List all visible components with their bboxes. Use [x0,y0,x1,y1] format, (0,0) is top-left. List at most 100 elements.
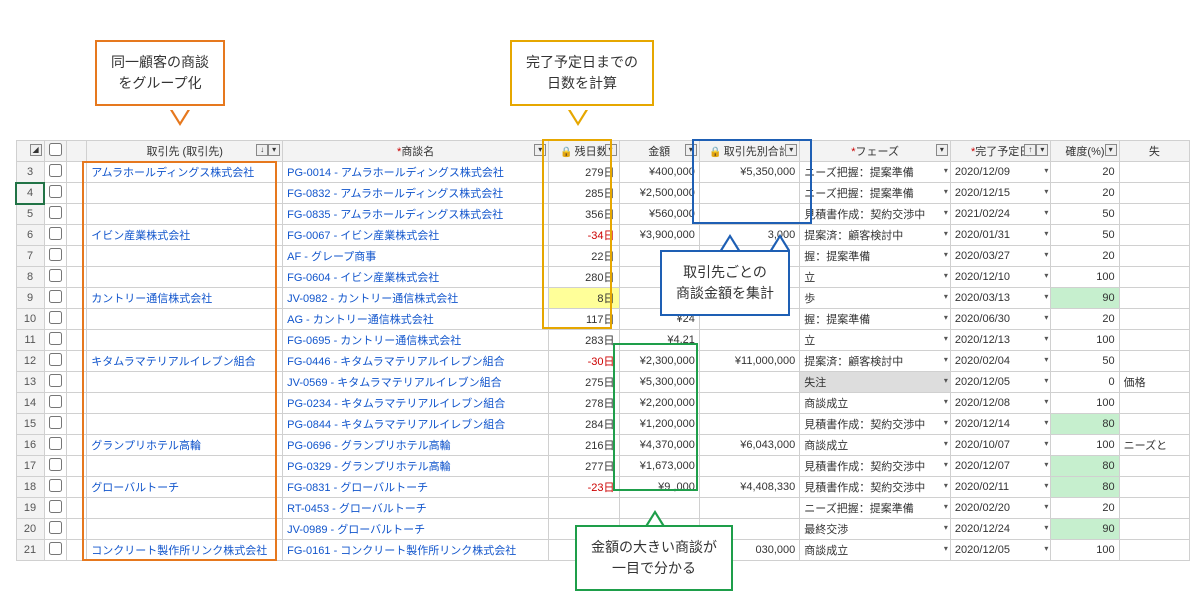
dropdown-icon[interactable]: ▾ [944,271,948,280]
phase-cell[interactable]: 握：提案準備▾ [800,246,951,267]
row-checkbox-cell[interactable] [44,246,67,267]
row-number[interactable]: 6 [16,225,44,246]
lost-cell[interactable] [1119,393,1189,414]
row-checkbox[interactable] [49,395,62,408]
lost-cell[interactable] [1119,351,1189,372]
client-cell[interactable] [87,183,283,204]
lost-cell[interactable] [1119,330,1189,351]
dropdown-icon[interactable]: ▾ [944,166,948,175]
row-expand-cell[interactable] [67,225,87,246]
row-checkbox-cell[interactable] [44,477,67,498]
dropdown-icon[interactable]: ▾ [1044,523,1048,532]
table-row[interactable]: 14PG-0234 - キタムラマテリアルイレブン組合278日¥2,200,00… [16,393,1190,414]
deal-cell[interactable]: PG-0844 - キタムラマテリアルイレブン組合 [283,414,549,435]
col-amount[interactable]: 金額▾ [619,141,699,162]
row-checkbox[interactable] [49,521,62,534]
row-number[interactable]: 11 [16,330,44,351]
client-cell[interactable] [87,372,283,393]
dropdown-icon[interactable]: ▾ [1044,313,1048,322]
date-cell[interactable]: 2020/02/11▾ [950,477,1050,498]
amount-cell[interactable]: ¥4,370,000 [619,435,699,456]
row-number[interactable]: 18 [16,477,44,498]
client-cell[interactable]: グローバルトーチ [87,477,283,498]
row-expand-cell[interactable] [67,162,87,183]
filter-icon[interactable]: ▾ [1105,144,1117,156]
table-row[interactable]: 19RT-0453 - グローバルトーチニーズ把握：提案準備▾2020/02/2… [16,498,1190,519]
checkbox-header-2[interactable] [67,141,87,162]
prob-cell[interactable]: 20 [1051,498,1119,519]
lost-cell[interactable] [1119,267,1189,288]
prob-cell[interactable]: 20 [1051,183,1119,204]
row-checkbox[interactable] [49,164,62,177]
row-checkbox[interactable] [49,290,62,303]
table-row[interactable]: 6イビン産業株式会社FG-0067 - イビン産業株式会社-34日¥3,900,… [16,225,1190,246]
prob-cell[interactable]: 100 [1051,267,1119,288]
col-sum[interactable]: 🔒取引先別合計▾ [699,141,799,162]
lost-cell[interactable] [1119,540,1189,561]
table-row[interactable]: 12キタムラマテリアルイレブン組合FG-0446 - キタムラマテリアルイレブン… [16,351,1190,372]
dropdown-icon[interactable]: ▾ [1044,460,1048,469]
date-cell[interactable]: 2020/10/07▾ [950,435,1050,456]
row-number[interactable]: 9 [16,288,44,309]
deal-cell[interactable]: JV-0982 - カントリー通信株式会社 [283,288,549,309]
prob-cell[interactable]: 0 [1051,372,1119,393]
lost-cell[interactable]: ニーズと [1119,435,1189,456]
row-expand-cell[interactable] [67,330,87,351]
row-expand-cell[interactable] [67,477,87,498]
date-cell[interactable]: 2020/12/24▾ [950,519,1050,540]
date-cell[interactable]: 2020/12/14▾ [950,414,1050,435]
phase-cell[interactable]: 失注▾ [800,372,951,393]
deal-cell[interactable]: PG-0329 - グランプリホテル高輪 [283,456,549,477]
prob-cell[interactable]: 80 [1051,477,1119,498]
dropdown-icon[interactable]: ▾ [944,418,948,427]
client-cell[interactable] [87,330,283,351]
table-row[interactable]: 4FG-0832 - アムラホールディングス株式会社285日¥2,500,000… [16,183,1190,204]
date-cell[interactable]: 2020/12/10▾ [950,267,1050,288]
row-checkbox[interactable] [49,248,62,261]
row-expand-cell[interactable] [67,351,87,372]
amount-cell[interactable]: ¥560,000 [619,204,699,225]
prob-cell[interactable]: 100 [1051,330,1119,351]
row-expand-cell[interactable] [67,414,87,435]
row-number[interactable]: 21 [16,540,44,561]
dropdown-icon[interactable]: ▾ [1044,418,1048,427]
date-cell[interactable]: 2020/02/20▾ [950,498,1050,519]
row-number[interactable]: 10 [16,309,44,330]
row-expand-cell[interactable] [67,519,87,540]
dropdown-icon[interactable]: ▾ [1044,502,1048,511]
row-checkbox-cell[interactable] [44,498,67,519]
filter-icon[interactable]: ▾ [785,144,797,156]
row-checkbox-cell[interactable] [44,435,67,456]
deal-cell[interactable]: PG-0696 - グランプリホテル高輪 [283,435,549,456]
client-cell[interactable] [87,456,283,477]
deal-cell[interactable]: JV-0989 - グローバルトーチ [283,519,549,540]
row-expand-cell[interactable] [67,246,87,267]
prob-cell[interactable]: 90 [1051,519,1119,540]
col-prob[interactable]: 確度(%)▾ [1051,141,1119,162]
phase-cell[interactable]: ニーズ把握：提案準備▾ [800,498,951,519]
lost-cell[interactable] [1119,204,1189,225]
dropdown-icon[interactable]: ▾ [1044,334,1048,343]
row-checkbox[interactable] [49,479,62,492]
deal-cell[interactable]: AF - グレープ商事 [283,246,549,267]
dropdown-icon[interactable]: ▾ [944,439,948,448]
deals-table[interactable]: ◢ 取引先 (取引先)↓▾ *商談名▾ 🔒残日数▾ 金額▾ 🔒取引先別合計▾ *… [15,140,1190,561]
client-cell[interactable] [87,393,283,414]
deal-cell[interactable]: FG-0161 - コンクリート製作所リンク株式会社 [283,540,549,561]
date-cell[interactable]: 2020/12/09▾ [950,162,1050,183]
dropdown-icon[interactable]: ▾ [1044,292,1048,301]
phase-cell[interactable]: 歩▾ [800,288,951,309]
phase-cell[interactable]: ニーズ把握：提案準備▾ [800,162,951,183]
row-expand-cell[interactable] [67,372,87,393]
amount-cell[interactable]: ¥5,300,000 [619,372,699,393]
table-row[interactable]: 7AF - グレープ商事22日¥29握：提案準備▾2020/03/27▾20 [16,246,1190,267]
client-cell[interactable] [87,246,283,267]
row-checkbox[interactable] [49,227,62,240]
row-expand-cell[interactable] [67,498,87,519]
table-row[interactable]: 15PG-0844 - キタムラマテリアルイレブン組合284日¥1,200,00… [16,414,1190,435]
lost-cell[interactable] [1119,414,1189,435]
client-cell[interactable] [87,309,283,330]
row-expand-cell[interactable] [67,393,87,414]
sort-icon[interactable]: ↑ [1024,144,1036,156]
row-checkbox-cell[interactable] [44,540,67,561]
